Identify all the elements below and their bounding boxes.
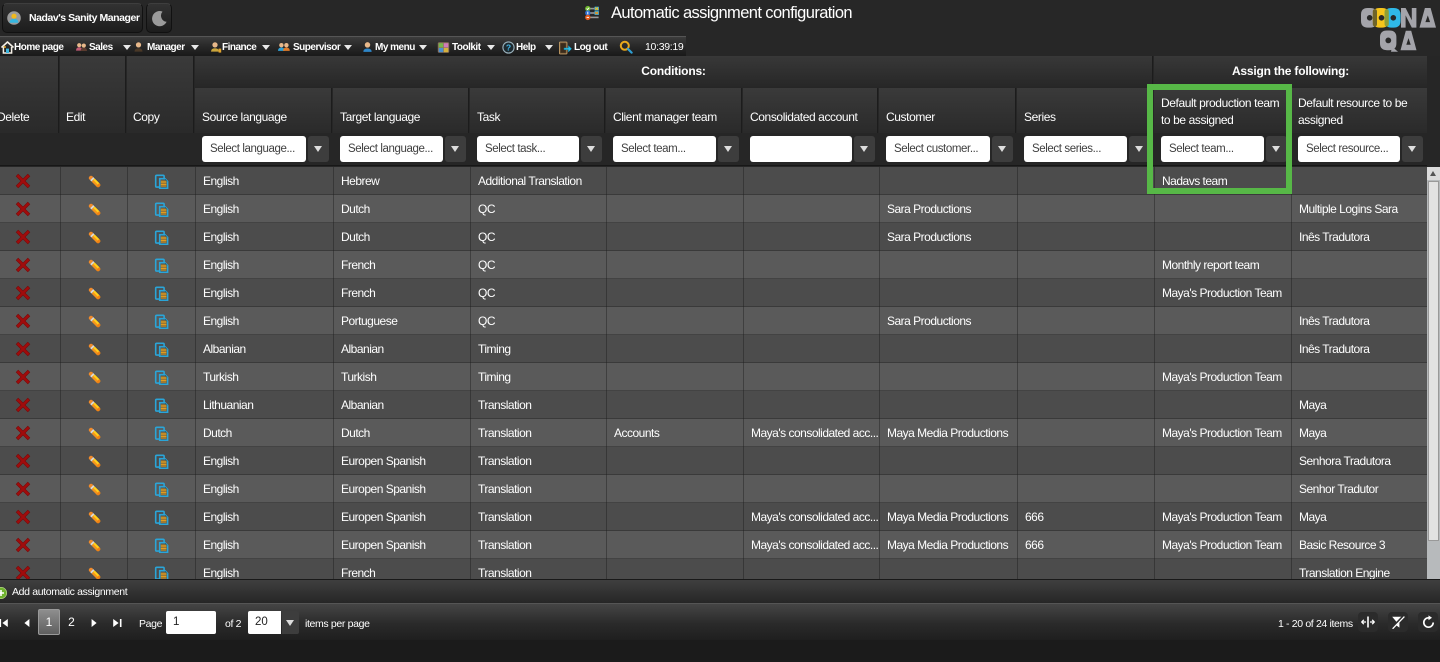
svg-text:?: ?: [506, 43, 511, 53]
